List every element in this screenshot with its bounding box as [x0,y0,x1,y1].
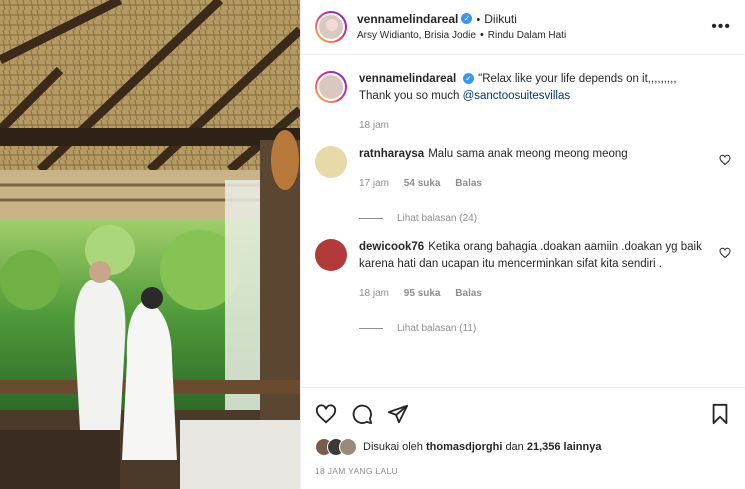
caption-mention-link[interactable]: @sanctoosuitesvillas [463,90,571,102]
author-avatar[interactable] [315,11,347,43]
view-replies-label: Lihat balasan (11) [397,323,477,334]
caption-meta: 18 jam [359,117,709,134]
caption-avatar[interactable] [315,71,347,103]
view-replies-button[interactable]: Lihat balasan (24) [359,210,709,227]
verified-badge-icon: ✓ [463,73,475,85]
tagged-users-link[interactable]: Arsy Widianto, Brisia Jodie [357,30,476,41]
likes-summary: Disukai oleh thomasdjorghi dan 21,356 la… [315,438,731,456]
comment-avatar[interactable] [315,239,347,271]
likes-text: Disukai oleh thomasdjorghi dan 21,356 la… [363,441,602,453]
comment-item: ratnharaysa Malu sama anak meong meong me… [315,146,731,227]
comment-username[interactable]: ratnharaysa [359,148,424,160]
comment-text: Malu sama anak meong meong meong [428,148,628,160]
post-detail-panel: vennamelindareal ✓ • Diikuti Arsy Widianto,… [300,0,745,489]
comment-item: dewicook76 Ketika orang bahagia .doakan a… [315,239,731,337]
more-horizontal-icon[interactable]: ••• [711,18,731,36]
post-photo[interactable] [0,0,300,489]
verified-badge-icon: ✓ [461,13,473,25]
post-subtitle: Arsy Widianto, Brisia Jodie • Rindu Dalam … [357,29,567,41]
liker-username[interactable]: thomasdjorghi [426,441,502,453]
audio-link[interactable]: Rindu Dalam Hati [488,30,566,41]
likes-count[interactable]: 21,356 lainnya [527,441,602,453]
caption: vennamelindareal ✓ "Relax like your life d… [315,71,731,134]
post-timestamp: 18 JAM YANG LALU [315,466,398,476]
heart-icon[interactable] [719,247,731,259]
heart-icon[interactable] [315,403,337,425]
view-replies-label: Lihat balasan (24) [397,213,478,224]
post-image [0,0,300,489]
reply-button[interactable]: Balas [455,288,482,299]
bookmark-icon[interactable] [709,403,731,425]
reply-button[interactable]: Balas [455,178,482,189]
caption-time: 18 jam [359,120,390,131]
caption-body: vennamelindareal ✓ "Relax like your life d… [359,71,731,134]
comment-time: 18 jam [359,288,390,299]
comment-meta: 17 jam 54 suka Balas [359,175,709,192]
header-text: vennamelindareal ✓ • Diikuti Arsy Widianto,… [357,11,711,43]
action-icons [315,402,731,426]
comment-avatar[interactable] [315,146,347,178]
comment-likes[interactable]: 54 suka [404,178,441,189]
caption-username[interactable]: vennamelindareal [359,73,456,85]
separator-dot: • [476,14,481,26]
comment-icon[interactable] [351,403,373,425]
comment-time: 17 jam [359,178,390,189]
follow-status-button[interactable]: Diikuti [484,12,517,26]
action-bar: Disukai oleh thomasdjorghi dan 21,356 la… [301,387,745,476]
liker-avatar [339,438,357,456]
comment-likes[interactable]: 95 suka [404,288,441,299]
comment-username[interactable]: dewicook76 [359,241,424,253]
view-replies-button[interactable]: Lihat balasan (11) [359,320,709,337]
comment-body: dewicook76 Ketika orang bahagia .doakan a… [359,239,731,337]
heart-icon[interactable] [719,154,731,166]
comments-list: vennamelindareal ✓ "Relax like your life d… [301,55,745,337]
author-username[interactable]: vennamelindareal [357,12,458,26]
send-icon[interactable] [387,403,409,425]
comment-body: ratnharaysa Malu sama anak meong meong me… [359,146,731,227]
comment-meta: 18 jam 95 suka Balas [359,285,709,302]
post-header: vennamelindareal ✓ • Diikuti Arsy Widianto,… [301,0,745,55]
